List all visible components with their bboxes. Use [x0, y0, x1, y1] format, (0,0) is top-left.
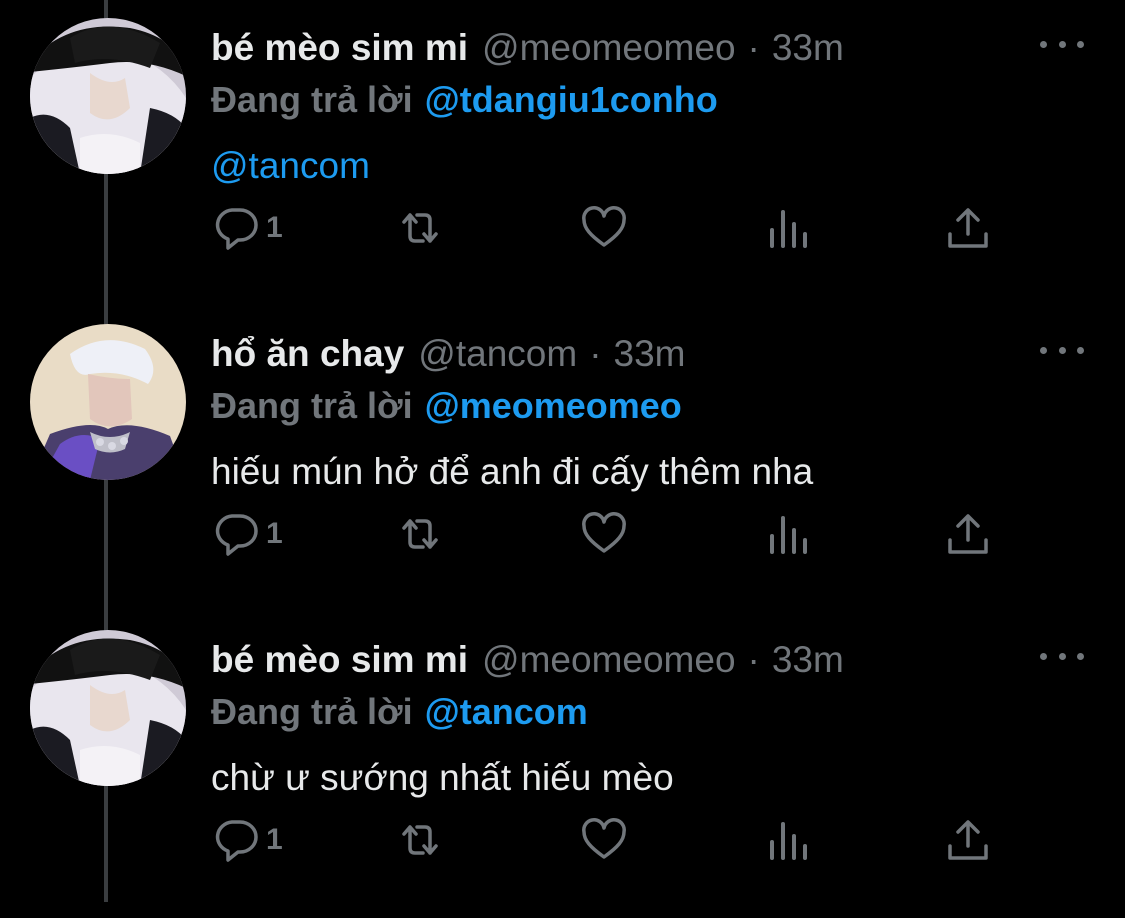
speech-bubble-icon: [215, 820, 258, 862]
reply-button[interactable]: 1: [212, 203, 283, 253]
views-button[interactable]: [764, 815, 812, 865]
like-button[interactable]: [580, 509, 628, 559]
bar-chart-icon: [770, 210, 807, 248]
action-bar: 1: [0, 0, 1125, 306]
share-button[interactable]: [944, 509, 992, 559]
retweet-arrows-icon: [402, 519, 438, 549]
reply-count: 1: [266, 211, 283, 244]
views-button[interactable]: [764, 203, 812, 253]
action-bar: 1: [0, 306, 1125, 612]
heart-icon: [582, 818, 626, 859]
share-button[interactable]: [944, 815, 992, 865]
reply-count: 1: [266, 517, 283, 550]
reply-count: 1: [266, 823, 283, 856]
retweet-button[interactable]: [396, 815, 444, 865]
action-bar: 1: [0, 612, 1125, 918]
bar-chart-icon: [770, 516, 807, 554]
share-upload-icon: [948, 208, 988, 248]
reply-button[interactable]: 1: [212, 815, 283, 865]
retweet-button[interactable]: [396, 509, 444, 559]
retweet-arrows-icon: [402, 825, 438, 855]
reply-button[interactable]: 1: [212, 509, 283, 559]
tweet[interactable]: bé mèo sim mi @meomeomeo · 33m Đang trả …: [0, 612, 1125, 918]
speech-bubble-icon: [215, 514, 258, 556]
like-button[interactable]: [580, 203, 628, 253]
retweet-arrows-icon: [402, 213, 438, 243]
like-button[interactable]: [580, 815, 628, 865]
share-button[interactable]: [944, 203, 992, 253]
speech-bubble-icon: [215, 208, 258, 250]
heart-icon: [582, 206, 626, 247]
share-upload-icon: [948, 514, 988, 554]
tweet[interactable]: bé mèo sim mi @meomeomeo · 33m Đang trả …: [0, 0, 1125, 306]
views-button[interactable]: [764, 509, 812, 559]
bar-chart-icon: [770, 822, 807, 860]
retweet-button[interactable]: [396, 203, 444, 253]
tweet[interactable]: hổ ăn chay @tancom · 33m Đang trả lời @me…: [0, 306, 1125, 612]
heart-icon: [582, 512, 626, 553]
share-upload-icon: [948, 820, 988, 860]
